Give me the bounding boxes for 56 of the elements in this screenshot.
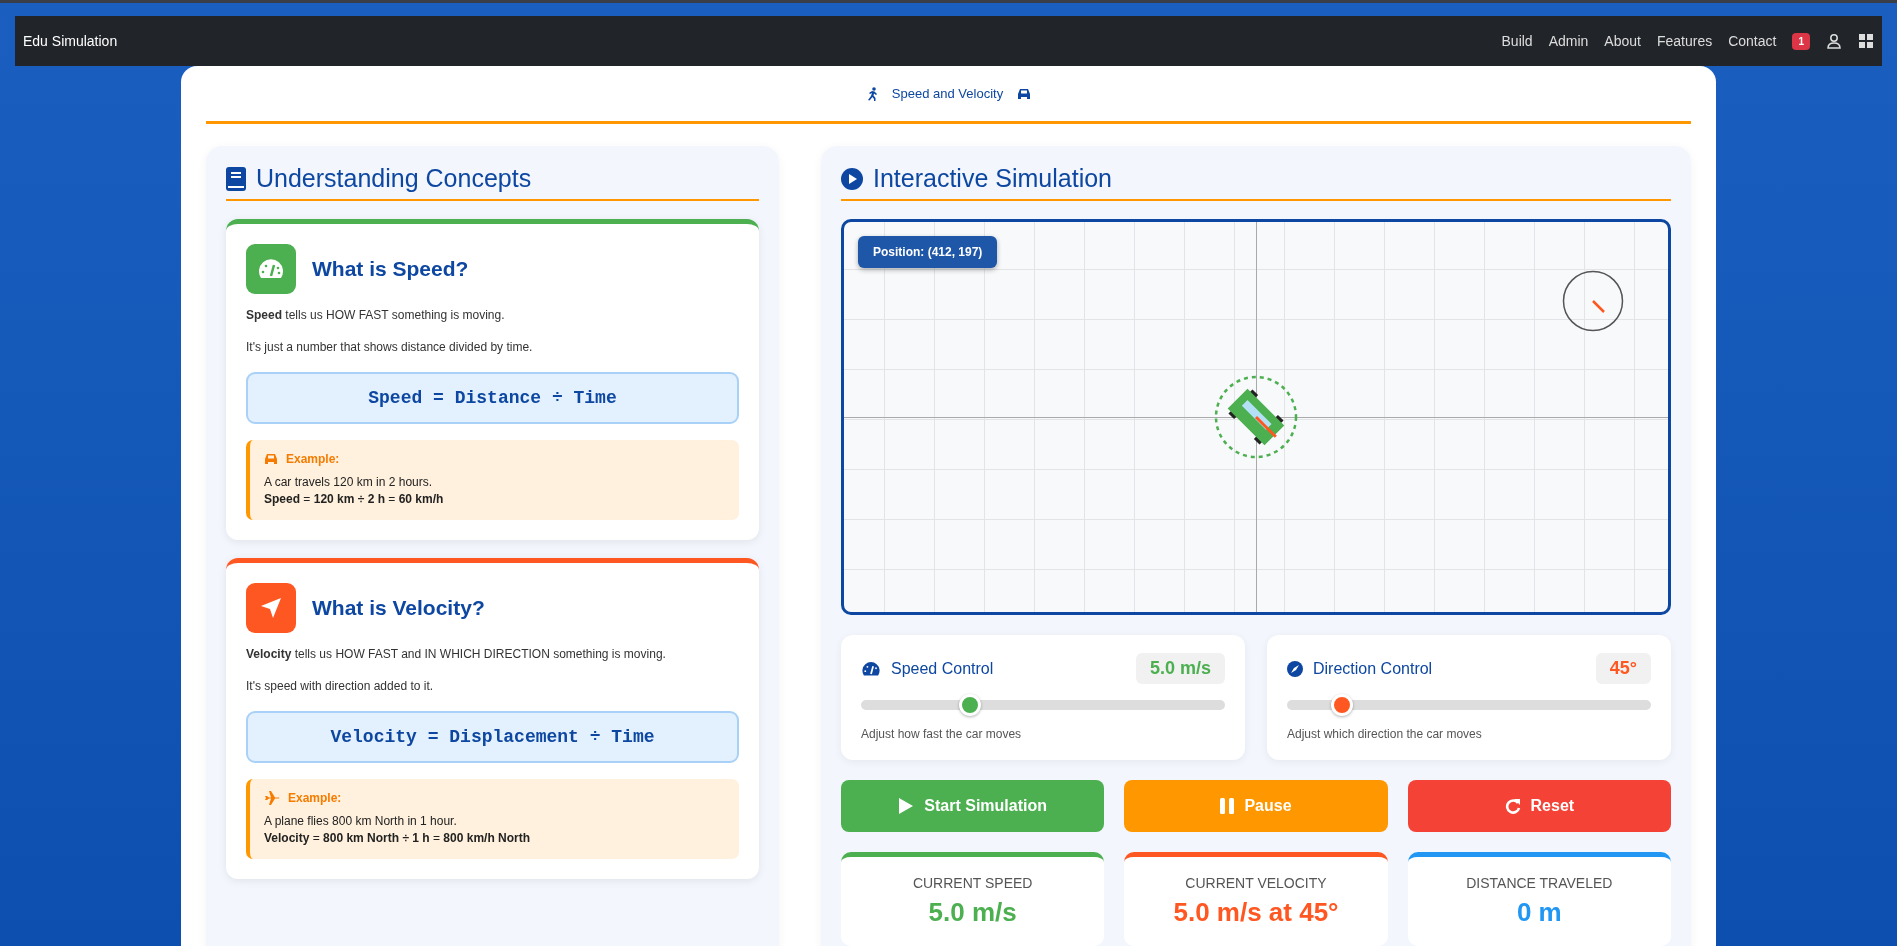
book-icon	[226, 166, 246, 191]
note-text: It's speed with direction added to it.	[246, 679, 435, 693]
note-text: It's just a number that shows distance divided by time.	[246, 340, 534, 354]
card-title: What is Velocity?	[312, 596, 485, 620]
page-title: Speed and Velocity	[891, 86, 1004, 101]
nav-link[interactable]: Build	[1501, 33, 1533, 49]
stat-label: CURRENT SPEED	[911, 875, 1034, 891]
brand-name[interactable]: Edu Simulation	[23, 33, 118, 49]
notification-badge[interactable]: 1	[1792, 32, 1810, 50]
car-icon	[264, 453, 278, 465]
nav-link[interactable]: Admin	[1548, 33, 1589, 49]
card-title: What is Speed?	[312, 257, 469, 281]
example-text: A plane flies 800 km North in 1 hour.	[264, 813, 458, 830]
control-reading: 5.0 m/s	[1135, 653, 1225, 684]
section-heading: Understanding Concepts	[256, 164, 532, 193]
stat-label: CURRENT VELOCITY	[1184, 875, 1328, 891]
grid-icon[interactable]	[1858, 33, 1874, 49]
car-icon	[1017, 87, 1032, 100]
example-text: A car travels 120 km in 2 hours.	[264, 474, 434, 491]
nav-link[interactable]: About	[1604, 33, 1641, 49]
compass-drawing	[1562, 270, 1624, 332]
example-result: Speed = 120 km ÷ 2 h = 60 km/h	[264, 491, 445, 508]
section-heading: Interactive Simulation	[873, 164, 1112, 193]
stat-value: 5.0 m/s	[927, 897, 1018, 928]
location-arrow-icon	[259, 596, 283, 620]
control-hint: Adjust how fast the car moves	[861, 727, 1022, 741]
slider-thumb[interactable]	[1330, 694, 1353, 716]
play-circle-icon	[841, 167, 863, 190]
example-result: Velocity = 800 km North ÷ 1 h = 800 km/h North	[264, 830, 532, 847]
example-label: Example:	[288, 791, 342, 805]
formula-box: Velocity = Displacement ÷ Time	[246, 711, 739, 763]
running-person-icon	[865, 86, 878, 101]
redo-icon	[1504, 798, 1521, 814]
slider-thumb[interactable]	[959, 694, 982, 716]
user-icon[interactable]	[1826, 33, 1842, 49]
control-reading: 45°	[1595, 653, 1651, 684]
description-text: Speed tells us HOW FAST something is moving.	[246, 308, 506, 322]
nav-link[interactable]: Contact	[1728, 33, 1777, 49]
control-hint: Adjust which direction the car moves	[1287, 727, 1482, 741]
stat-label: DISTANCE TRAVELED	[1465, 875, 1614, 891]
play-icon	[898, 797, 915, 815]
stat-value: 0 m	[1515, 897, 1563, 928]
description-text: Velocity tells us HOW FAST and IN WHICH DIRECTION something is moving.	[246, 647, 667, 661]
formula-box: Speed = Distance ÷ Time	[246, 372, 739, 424]
speedometer-icon	[257, 258, 285, 280]
speedometer-icon	[861, 660, 881, 677]
example-label: Example:	[286, 452, 340, 466]
position-label: Position: (412, 197)	[858, 236, 998, 268]
airplane-icon	[264, 791, 280, 805]
stat-value: 5.0 m/s at 45°	[1172, 897, 1340, 928]
compass-icon	[1287, 660, 1303, 677]
control-title: Direction Control	[1313, 659, 1433, 678]
control-title: Speed Control	[891, 659, 994, 678]
nav-link[interactable]: Features	[1656, 33, 1713, 49]
pause-icon	[1220, 798, 1235, 814]
reset-button[interactable]: Reset	[1407, 780, 1671, 832]
